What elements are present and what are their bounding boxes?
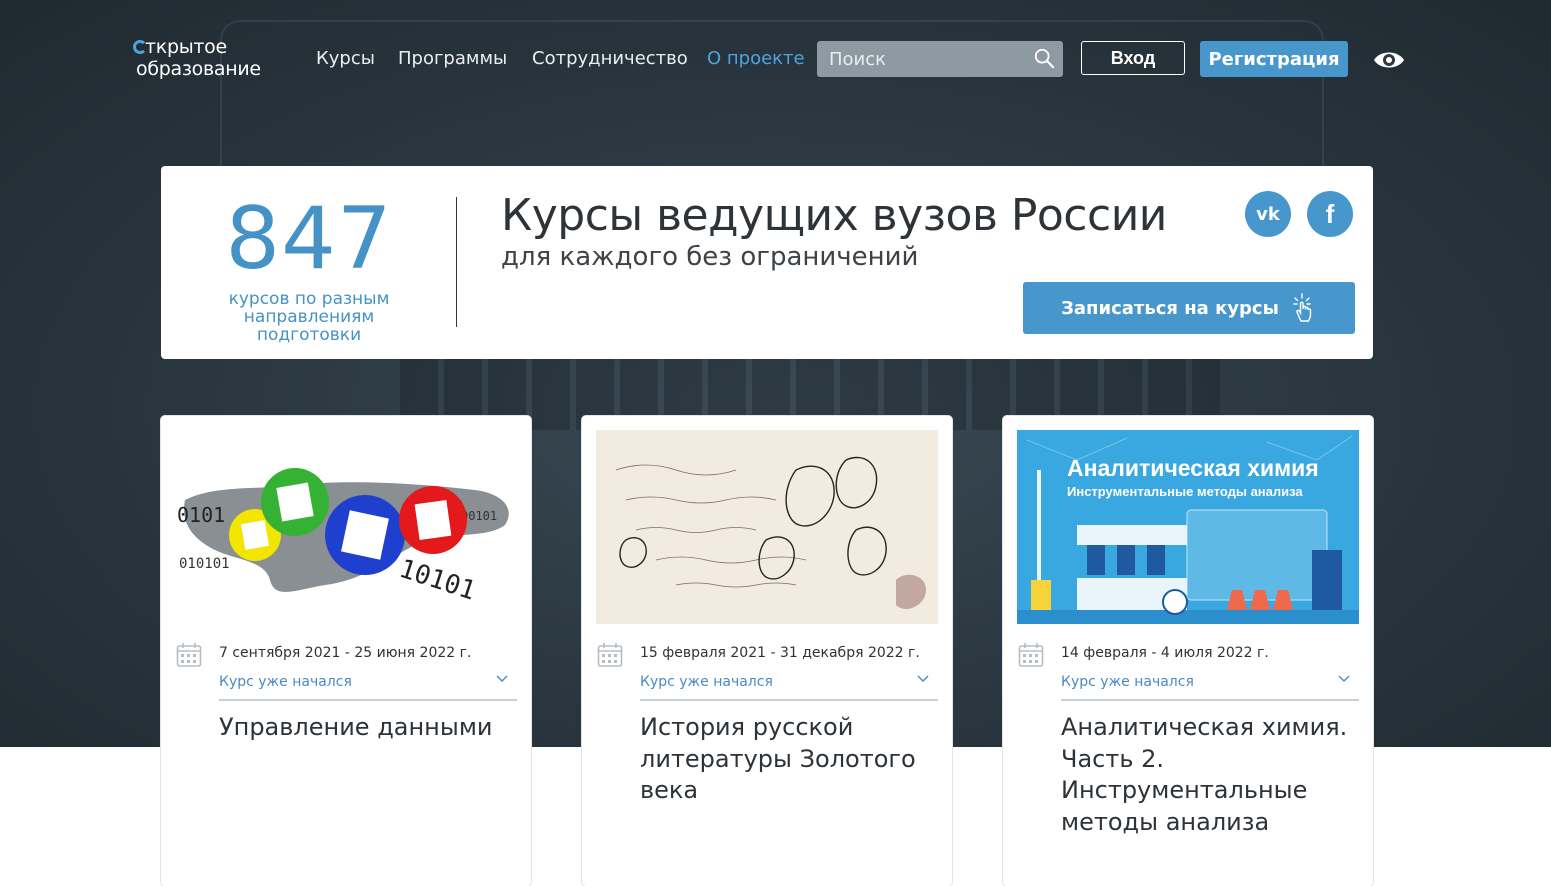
course-image-analytical-chemistry: Аналитическая химия Инструментальные мет…	[1017, 430, 1359, 624]
nav-about[interactable]: О проекте	[707, 48, 805, 69]
vk-icon: vk	[1256, 203, 1280, 225]
nav-courses[interactable]: Курсы	[316, 48, 375, 69]
course-card[interactable]: Аналитическая химия Инструментальные мет…	[1003, 416, 1373, 886]
course-title[interactable]: Аналитическая химия. Часть 2. Инструмент…	[1061, 712, 1357, 838]
course-dates: 15 февраля 2021 - 31 декабря 2022 г.	[640, 645, 920, 661]
search-icon[interactable]	[1033, 47, 1055, 69]
facebook-link[interactable]: f	[1307, 191, 1353, 237]
course-card[interactable]: 0101 010101 10101 00101 7 сентября 2021 …	[161, 416, 531, 886]
chevron-down-icon[interactable]	[1337, 674, 1351, 684]
vk-link[interactable]: vk	[1245, 191, 1291, 237]
logo-line-2: образование	[136, 58, 261, 80]
login-button[interactable]: Вход	[1081, 41, 1185, 75]
search-box	[817, 41, 1063, 77]
course-count-caption-1: курсов по разным	[228, 289, 390, 309]
chevron-down-icon[interactable]	[916, 674, 930, 684]
course-count: 847	[225, 189, 393, 289]
calendar-icon	[176, 643, 202, 667]
calendar-icon	[1018, 643, 1044, 667]
card-divider	[640, 699, 938, 701]
course-title[interactable]: Управление данными	[219, 712, 515, 744]
svg-text:0101: 0101	[177, 503, 225, 527]
course-image-russian-literature	[596, 430, 938, 624]
chevron-down-icon[interactable]	[495, 674, 509, 684]
accessibility-eye-icon[interactable]	[1372, 47, 1406, 73]
course-status[interactable]: Курс уже начался	[640, 674, 773, 690]
pointer-hand-icon	[1293, 293, 1312, 322]
calendar-icon	[597, 643, 623, 667]
card-divider	[1061, 699, 1359, 701]
enroll-button[interactable]: Записаться на курсы	[1023, 282, 1355, 334]
card-divider	[219, 699, 517, 701]
image-subtitle: Инструментальные методы анализа	[1067, 484, 1303, 499]
course-status[interactable]: Курс уже начался	[1061, 674, 1194, 690]
course-title[interactable]: История русской литературы Золотого века	[640, 712, 936, 807]
course-dates: 7 сентября 2021 - 25 июня 2022 г.	[219, 645, 472, 661]
nav-programs[interactable]: Программы	[398, 48, 507, 69]
search-input[interactable]	[817, 41, 1039, 77]
banner-subheadline: для каждого без ограничений	[501, 242, 919, 272]
logo-line-1: ткрытое	[145, 36, 227, 58]
image-title: Аналитическая химия	[1067, 455, 1319, 481]
register-button[interactable]: Регистрация	[1200, 41, 1348, 77]
facebook-icon: f	[1325, 198, 1335, 229]
divider	[456, 197, 457, 327]
course-count-caption-2: направлениям подготовки	[243, 307, 375, 345]
promo-banner: 847 курсов по разным направлениям подгот…	[161, 166, 1373, 359]
course-dates: 14 февраля - 4 июля 2022 г.	[1061, 645, 1269, 661]
svg-text:010101: 010101	[179, 556, 230, 572]
course-card[interactable]: 15 февраля 2021 - 31 декабря 2022 г. Кур…	[582, 416, 952, 886]
site-logo[interactable]: ткрытое образование	[133, 36, 293, 82]
nav-cooperation[interactable]: Сотрудничество	[532, 48, 688, 69]
course-counter: 847 курсов по разным направлениям подгот…	[191, 192, 427, 344]
banner-headline: Курсы ведущих вузов России	[501, 190, 1167, 241]
course-status[interactable]: Курс уже начался	[219, 674, 352, 690]
enroll-button-label: Записаться на курсы	[1061, 297, 1279, 319]
course-image-data-management: 0101 010101 10101 00101	[175, 430, 517, 624]
